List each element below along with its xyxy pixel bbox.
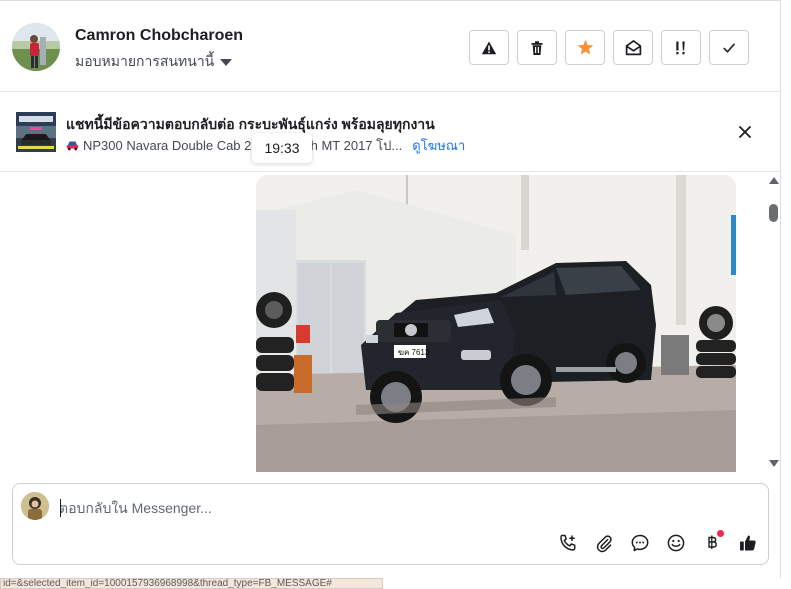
text-cursor: [60, 499, 61, 517]
assign-label: มอบหมายการสนทนานี้: [75, 53, 215, 69]
page-avatar: [21, 492, 49, 520]
license-plate-text: ฆค 7613: [398, 348, 430, 357]
message-list: ฆค 7613: [0, 173, 781, 473]
conversation-actions: [469, 30, 749, 65]
scroll-up-arrow-icon[interactable]: [769, 177, 779, 184]
phone-plus-icon: [560, 534, 576, 551]
ad-context-bar: แชทนี้มีข้อความตอบกลับต่อ กระบะพันธุ์แกร…: [0, 92, 781, 172]
scroll-down-arrow-icon[interactable]: [769, 460, 779, 467]
trash-icon: [531, 40, 543, 55]
message-scrollbar[interactable]: [766, 175, 780, 471]
delete-button[interactable]: [517, 30, 557, 65]
ad-subtitle: NP300 Navara Double Cab 2.5 Sportech MT …: [83, 138, 403, 153]
done-button[interactable]: [709, 30, 749, 65]
warning-icon: [481, 41, 497, 54]
follow-up-button[interactable]: [565, 30, 605, 65]
scrollbar-thumb[interactable]: [769, 204, 778, 222]
caret-down-icon: [220, 59, 233, 66]
check-icon: [723, 43, 735, 53]
close-ad-bar-button[interactable]: [736, 123, 754, 141]
call-button[interactable]: [555, 530, 581, 556]
close-icon: [739, 126, 751, 138]
attach-button[interactable]: [591, 530, 617, 556]
composer-toolbar: [555, 530, 761, 556]
ad-title: แชทนี้มีข้อความตอบกลับต่อ กระบะพันธุ์แกร…: [66, 116, 435, 132]
reply-composer: [12, 483, 769, 565]
mark-unread-button[interactable]: [613, 30, 653, 65]
assign-conversation-dropdown[interactable]: มอบหมายการสนทนานี้: [75, 51, 233, 73]
spam-button[interactable]: [469, 30, 509, 65]
priority-button[interactable]: [661, 30, 701, 65]
ad-thumbnail[interactable]: [16, 112, 56, 152]
priority-icon: [676, 41, 685, 54]
contact-avatar[interactable]: [12, 23, 60, 71]
emoji-button[interactable]: [663, 530, 689, 556]
browser-status-url: id=&selected_item_id=1000157936968998&th…: [0, 578, 383, 589]
like-button[interactable]: [735, 530, 761, 556]
paperclip-icon: [596, 535, 612, 553]
car-icon: [66, 141, 79, 151]
chat-bubble-icon: [631, 534, 649, 552]
contact-name[interactable]: Camron Chobcharoen: [75, 27, 243, 45]
conversation-header: Camron Chobcharoen มอบหมายการสนทนานี้: [0, 3, 781, 92]
notification-dot: [717, 530, 724, 537]
thumbs-up-icon: [740, 535, 756, 551]
message-time-tooltip: 19:33: [252, 133, 312, 163]
star-icon: [577, 39, 593, 55]
reply-input[interactable]: [59, 496, 749, 520]
saved-replies-button[interactable]: [627, 530, 653, 556]
view-ad-link[interactable]: ดูโฆษณา: [412, 135, 465, 156]
envelope-open-icon: [625, 40, 641, 56]
inbox-conversation-panel: Camron Chobcharoen มอบหมายการสนทนานี้ แช…: [0, 0, 781, 578]
payment-button[interactable]: [699, 530, 725, 556]
message-photo[interactable]: ฆค 7613: [256, 175, 736, 472]
smile-icon: [667, 534, 685, 552]
